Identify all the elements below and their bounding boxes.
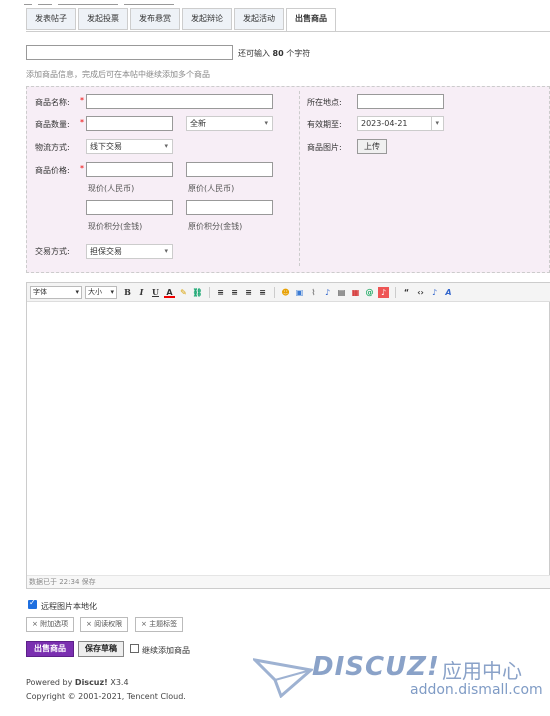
goods-image-label: 商品图片: [307,143,342,152]
original-credit-input[interactable] [186,200,273,215]
expire-date-value: 2023-04-21 [361,119,408,128]
font-select[interactable]: 字体 ▾ [30,286,82,299]
media-icon[interactable]: ♪ [429,287,440,298]
location-input[interactable] [357,94,444,109]
save-draft-button[interactable]: 保存草稿 [78,641,124,657]
align-left-icon[interactable]: ≡ [215,287,226,298]
condition-value: 全新 [190,119,206,128]
smiley-icon[interactable]: ☻ [280,287,291,298]
chevron-down-icon: ▾ [431,117,439,130]
font-color-icon[interactable]: A [164,287,175,298]
watermark-url: addon.dismall.com [410,682,543,698]
music-icon[interactable]: ♪ [378,287,389,298]
logistics-value: 线下交易 [90,142,122,151]
copyright: Copyright © 2001-2021, Tencent Cloud. [26,692,186,701]
attach-options-button[interactable]: × 附加选项 [26,617,75,632]
tab-activity[interactable]: 发起活动 [234,8,284,30]
bold-icon[interactable]: B [122,287,133,298]
original-credit-label: 原价积分(金钱) [188,222,243,231]
font-size-select[interactable]: 大小 ▾ [85,286,117,299]
tab-new-thread[interactable]: 发表帖子 [26,8,76,30]
underline-icon[interactable]: U [150,287,161,298]
goods-name-input[interactable] [86,94,273,109]
subject-char-hint: 还可输入 80 个字符 [238,49,311,58]
current-price-label: 现价(人民币) [88,184,135,193]
tab-poll[interactable]: 发起投票 [78,8,128,30]
required-mark: * [80,96,84,105]
tab-reward[interactable]: 发布悬赏 [130,8,180,30]
tab-sell-goods[interactable]: 出售商品 [286,8,336,32]
watermark-plane-icon [253,658,313,698]
chevron-down-icon: ▾ [164,247,168,255]
editor-status: 数据已于 22:34 保存 [27,575,550,588]
image-icon[interactable]: ▣ [294,287,305,298]
chevron-down-icon: ▾ [164,142,168,150]
panel-divider [299,91,300,266]
remote-image-label: 远程图片本地化 [41,602,97,611]
flash-icon[interactable]: ▦ [350,287,361,298]
watermark-cn: 应用中心 [442,659,522,683]
continue-add-label: 继续添加商品 [142,646,190,655]
at-icon[interactable]: @ [364,287,375,298]
watermark-brand: DISCUZ! [312,652,440,682]
logistics-label: 物流方式: [35,143,70,152]
post-type-tabs: 发表帖子 发起投票 发布悬赏 发起辩论 发起活动 出售商品 [26,8,338,32]
tab-divider [26,31,550,32]
condition-select[interactable]: 全新 ▾ [186,116,273,131]
attachment-icon[interactable]: ⌇ [308,287,319,298]
link-icon[interactable]: ⛓ [192,287,203,298]
original-price-label: 原价(人民币) [188,184,235,193]
toolbar-separator [395,287,396,298]
goods-name-label: 商品名称: [35,98,70,107]
goods-qty-label: 商品数量: [35,120,70,129]
expire-date-input[interactable]: 2023-04-21 ▾ [357,116,444,131]
quote-icon[interactable]: “ [401,287,412,298]
powered-by: Powered by Discuz! X3.4 [26,678,129,687]
upload-button[interactable]: 上传 [357,139,387,154]
required-mark: * [80,118,84,127]
submit-button[interactable]: 出售商品 [26,641,74,657]
trade-method-value: 担保交易 [90,247,122,256]
current-credit-input[interactable] [86,200,173,215]
discuz-link[interactable]: Discuz! [75,678,108,687]
video-icon[interactable]: ▤ [336,287,347,298]
italic-icon[interactable]: I [136,287,147,298]
location-label: 所在地点: [307,98,342,107]
toolbar-separator [209,287,210,298]
check-icon: ✓ [29,598,36,607]
editor-toolbar: 字体 ▾ 大小 ▾ B I U A ✎ ⛓ ≡ ≡ ≡ ≡ ☻ ▣ ⌇ ♪ ▤ ▦ … [27,283,550,302]
original-price-input[interactable] [186,162,273,177]
align-center-icon[interactable]: ≡ [229,287,240,298]
topic-tags-button[interactable]: × 主题标签 [135,617,184,632]
read-perm-button[interactable]: × 阅读权限 [80,617,129,632]
subject-input[interactable] [26,45,233,60]
remote-image-checkbox[interactable]: ✓ [28,598,37,609]
cutoff-breadcrumb [24,0,224,5]
code-icon[interactable]: ‹› [415,287,426,298]
price-label: 商品价格: [35,166,70,175]
trade-hint: 添加商品信息，完成后可在本帖中继续添加多个商品 [26,70,210,79]
audio-icon[interactable]: ♪ [322,287,333,298]
highlight-icon[interactable]: ✎ [178,287,189,298]
goods-qty-input[interactable] [86,116,173,131]
trade-method-select[interactable]: 担保交易 ▾ [86,244,173,259]
required-mark: * [80,164,84,173]
current-credit-label: 现价积分(金钱) [88,222,143,231]
logistics-select[interactable]: 线下交易 ▾ [86,139,173,154]
toolbar-separator [274,287,275,298]
editor-area[interactable] [26,282,550,589]
current-price-input[interactable] [86,162,173,177]
align-justify-icon[interactable]: ≡ [257,287,268,298]
trade-method-label: 交易方式: [35,247,70,256]
tab-debate[interactable]: 发起辩论 [182,8,232,30]
continue-add-checkbox[interactable] [130,644,139,653]
expire-label: 有效期至: [307,120,342,129]
format-icon[interactable]: A [443,287,454,298]
align-right-icon[interactable]: ≡ [243,287,254,298]
chevron-down-icon: ▾ [264,119,268,127]
